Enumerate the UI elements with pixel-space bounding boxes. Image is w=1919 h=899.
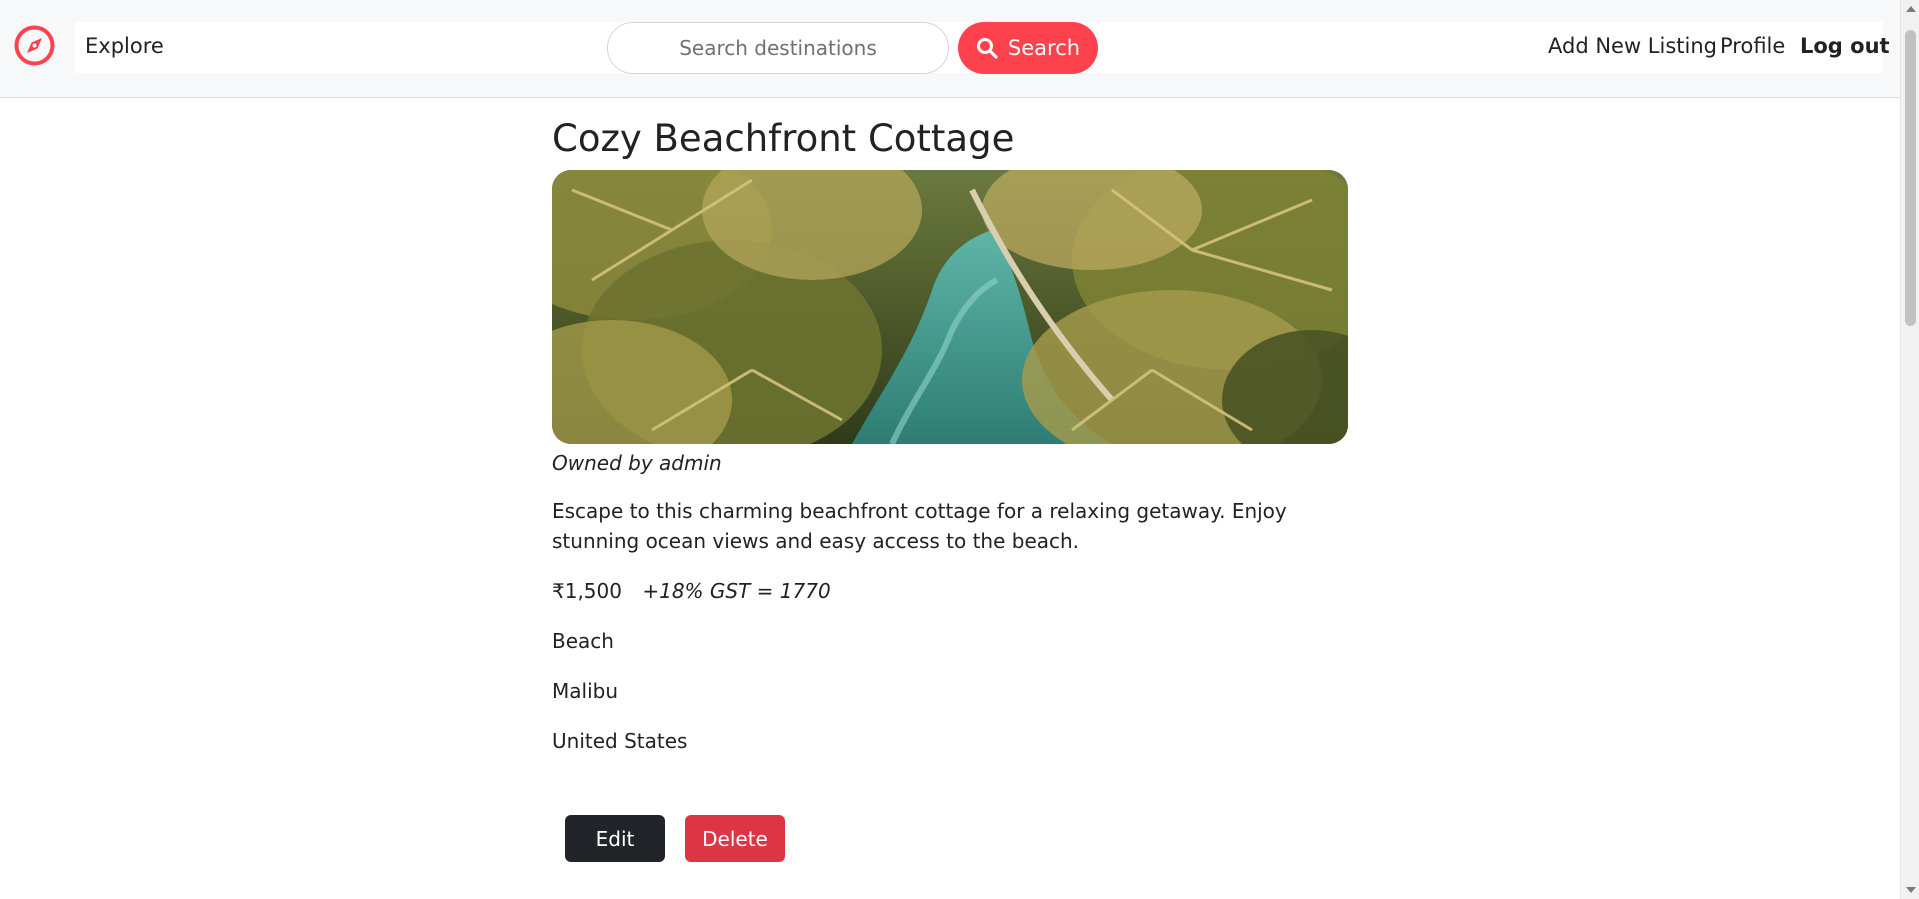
compass-icon[interactable] bbox=[13, 24, 56, 67]
nav-explore-link[interactable]: Explore bbox=[85, 34, 164, 58]
listing-title: Cozy Beachfront Cottage bbox=[552, 117, 1015, 160]
listing-actions: Edit Delete bbox=[565, 815, 785, 862]
delete-button[interactable]: Delete bbox=[685, 815, 785, 862]
listing-price-line: ₹1,500 +18% GST = 1770 bbox=[552, 576, 1352, 606]
listing-price: ₹1,500 bbox=[552, 579, 622, 603]
search-button-label: Search bbox=[1007, 36, 1081, 60]
profile-link[interactable]: Profile bbox=[1720, 34, 1785, 58]
search-button[interactable]: Search bbox=[958, 22, 1098, 74]
vertical-scrollbar[interactable] bbox=[1900, 0, 1919, 899]
edit-button[interactable]: Edit bbox=[565, 815, 665, 862]
navbar: Explore Search Add New Listing Profile L… bbox=[0, 0, 1900, 98]
listing-image bbox=[552, 170, 1348, 444]
listing-owner: Owned by admin bbox=[552, 451, 722, 475]
listing-country: United States bbox=[552, 729, 688, 753]
listing-tax-note: +18% GST = 1770 bbox=[642, 579, 831, 603]
search-input[interactable] bbox=[607, 22, 949, 74]
listing-description: Escape to this charming beachfront cotta… bbox=[552, 499, 1287, 553]
search-icon bbox=[976, 37, 998, 59]
add-new-listing-link[interactable]: Add New Listing bbox=[1548, 34, 1717, 58]
listing-detail: Cozy Beachfront Cottage Owned by admin E… bbox=[552, 110, 1352, 756]
scroll-thumb[interactable] bbox=[1905, 30, 1916, 326]
listing-category: Beach bbox=[552, 629, 614, 653]
scroll-down-icon[interactable] bbox=[1906, 887, 1916, 893]
scroll-up-icon[interactable] bbox=[1906, 6, 1916, 12]
logout-link[interactable]: Log out bbox=[1800, 34, 1890, 58]
listing-location: Malibu bbox=[552, 679, 618, 703]
